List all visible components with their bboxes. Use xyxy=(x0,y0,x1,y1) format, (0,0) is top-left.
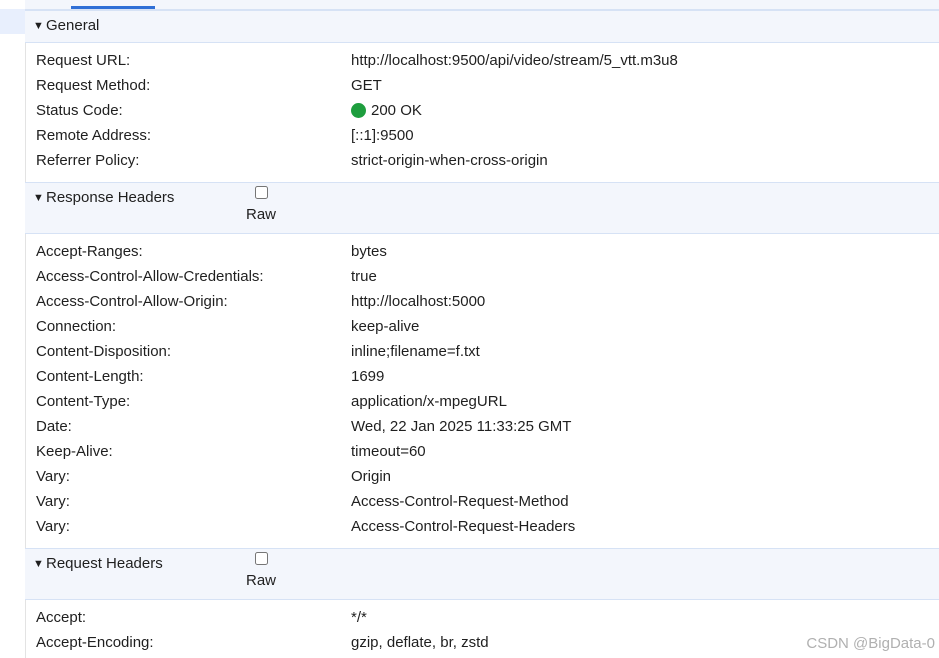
header-row: Content-Length: 1699 xyxy=(25,364,939,389)
response-raw-checkbox[interactable] xyxy=(254,186,268,199)
section-title: Request Headers xyxy=(46,555,163,572)
header-key: Access-Control-Allow-Credentials: xyxy=(36,268,264,285)
header-key: Date: xyxy=(36,418,72,435)
header-key: Vary: xyxy=(36,493,70,510)
raw-label[interactable]: Raw xyxy=(244,206,278,223)
general-row: Status Code: 200 OK xyxy=(25,98,939,123)
headers-content: ▼ General Request URL: http://localhost:… xyxy=(25,10,939,658)
header-value: timeout=60 xyxy=(351,443,426,460)
watermark: CSDN @BigData-0 xyxy=(806,635,935,652)
triangle-down-icon: ▼ xyxy=(33,557,44,570)
header-value: true xyxy=(351,268,377,285)
response-headers-toggle[interactable]: ▼ Response Headers xyxy=(33,189,174,206)
active-tab-indicator xyxy=(71,6,155,9)
request-raw-checkbox[interactable] xyxy=(254,552,268,565)
general-row: Request URL: http://localhost:9500/api/v… xyxy=(25,48,939,73)
header-row: Content-Disposition: inline;filename=f.tx… xyxy=(25,339,939,364)
general-row: Remote Address: [::1]:9500 xyxy=(25,123,939,148)
section-title: General xyxy=(46,17,100,34)
header-key: Access-Control-Allow-Origin: xyxy=(36,293,228,310)
devtools-headers-panel: ▼ General Request URL: http://localhost:… xyxy=(0,0,939,658)
general-row: Request Method: GET xyxy=(25,73,939,98)
triangle-down-icon: ▼ xyxy=(33,191,44,204)
header-row: Date: Wed, 22 Jan 2025 11:33:25 GMT xyxy=(25,414,939,439)
status-dot-icon xyxy=(351,103,366,118)
header-key: Accept-Encoding: xyxy=(36,634,154,651)
header-key: Request Method: xyxy=(36,77,151,94)
section-title: Response Headers xyxy=(46,189,175,206)
header-value: strict-origin-when-cross-origin xyxy=(351,152,548,169)
status-code-value: 200 OK xyxy=(351,98,422,123)
header-value: bytes xyxy=(351,243,387,260)
general-section-toggle[interactable]: ▼ General xyxy=(33,17,99,34)
response-headers-section-header: ▼ Response Headers Raw xyxy=(25,182,939,234)
general-rows: Request URL: http://localhost:9500/api/v… xyxy=(25,43,939,182)
header-row: Access-Control-Allow-Credentials: true xyxy=(25,264,939,289)
request-headers-toggle[interactable]: ▼ Request Headers xyxy=(33,555,163,572)
header-value: Wed, 22 Jan 2025 11:33:25 GMT xyxy=(351,418,572,435)
header-key: Request URL: xyxy=(36,52,131,69)
header-row: Vary: Access-Control-Request-Headers xyxy=(25,514,939,539)
raw-label[interactable]: Raw xyxy=(244,572,278,589)
triangle-down-icon: ▼ xyxy=(33,19,44,32)
response-raw-toggle: Raw xyxy=(244,183,278,223)
status-text: 200 OK xyxy=(371,102,422,119)
header-value: application/x-mpegURL xyxy=(351,393,507,410)
header-value: gzip, deflate, br, zstd xyxy=(351,634,489,651)
header-key: Remote Address: xyxy=(36,127,152,144)
request-headers-section-header: ▼ Request Headers Raw xyxy=(25,548,939,600)
header-value: */* xyxy=(351,609,367,626)
header-value: [::1]:9500 xyxy=(351,127,414,144)
panel-tab-bar xyxy=(25,0,939,10)
header-row: Access-Control-Allow-Origin: http://local… xyxy=(25,289,939,314)
header-value: Access-Control-Request-Headers xyxy=(351,518,576,535)
header-key: Accept-Ranges: xyxy=(36,243,143,260)
header-row: Connection: keep-alive xyxy=(25,314,939,339)
header-row: Vary: Access-Control-Request-Method xyxy=(25,489,939,514)
header-key: Content-Type: xyxy=(36,393,131,410)
header-key: Content-Disposition: xyxy=(36,343,172,360)
header-value: 1699 xyxy=(351,368,385,385)
header-value: keep-alive xyxy=(351,318,420,335)
header-row: Content-Type: application/x-mpegURL xyxy=(25,389,939,414)
header-key: Vary: xyxy=(36,518,70,535)
header-value: Origin xyxy=(351,468,392,485)
header-value: http://localhost:5000 xyxy=(351,293,486,310)
header-value: inline;filename=f.txt xyxy=(351,343,480,360)
header-key: Status Code: xyxy=(36,102,123,119)
header-value: GET xyxy=(351,77,382,94)
header-key: Content-Length: xyxy=(36,368,144,385)
selected-request-row[interactable] xyxy=(0,9,25,34)
header-key: Referrer Policy: xyxy=(36,152,140,169)
response-header-rows: Accept-Ranges: bytes Access-Control-Allow-… xyxy=(25,234,939,548)
request-header-rows: Accept: */* Accept-Encoding: gzip, deflate,… xyxy=(25,600,939,658)
header-row: Accept-Encoding: gzip, deflate, br, zstd xyxy=(25,630,939,655)
header-row: Accept-Ranges: bytes xyxy=(25,239,939,264)
header-value: http://localhost:9500/api/video/stream/5… xyxy=(351,52,678,69)
request-raw-toggle: Raw xyxy=(244,549,278,589)
header-value: Access-Control-Request-Method xyxy=(351,493,569,510)
request-list-gutter xyxy=(0,0,26,658)
header-key: Accept: xyxy=(36,609,87,626)
general-row: Referrer Policy: strict-origin-when-cros… xyxy=(25,148,939,173)
header-row: Accept: */* xyxy=(25,605,939,630)
header-key: Connection: xyxy=(36,318,117,335)
header-row: Keep-Alive: timeout=60 xyxy=(25,439,939,464)
header-row: Vary: Origin xyxy=(25,464,939,489)
general-section-header: ▼ General xyxy=(25,10,939,43)
header-key: Keep-Alive: xyxy=(36,443,113,460)
header-key: Vary: xyxy=(36,468,70,485)
